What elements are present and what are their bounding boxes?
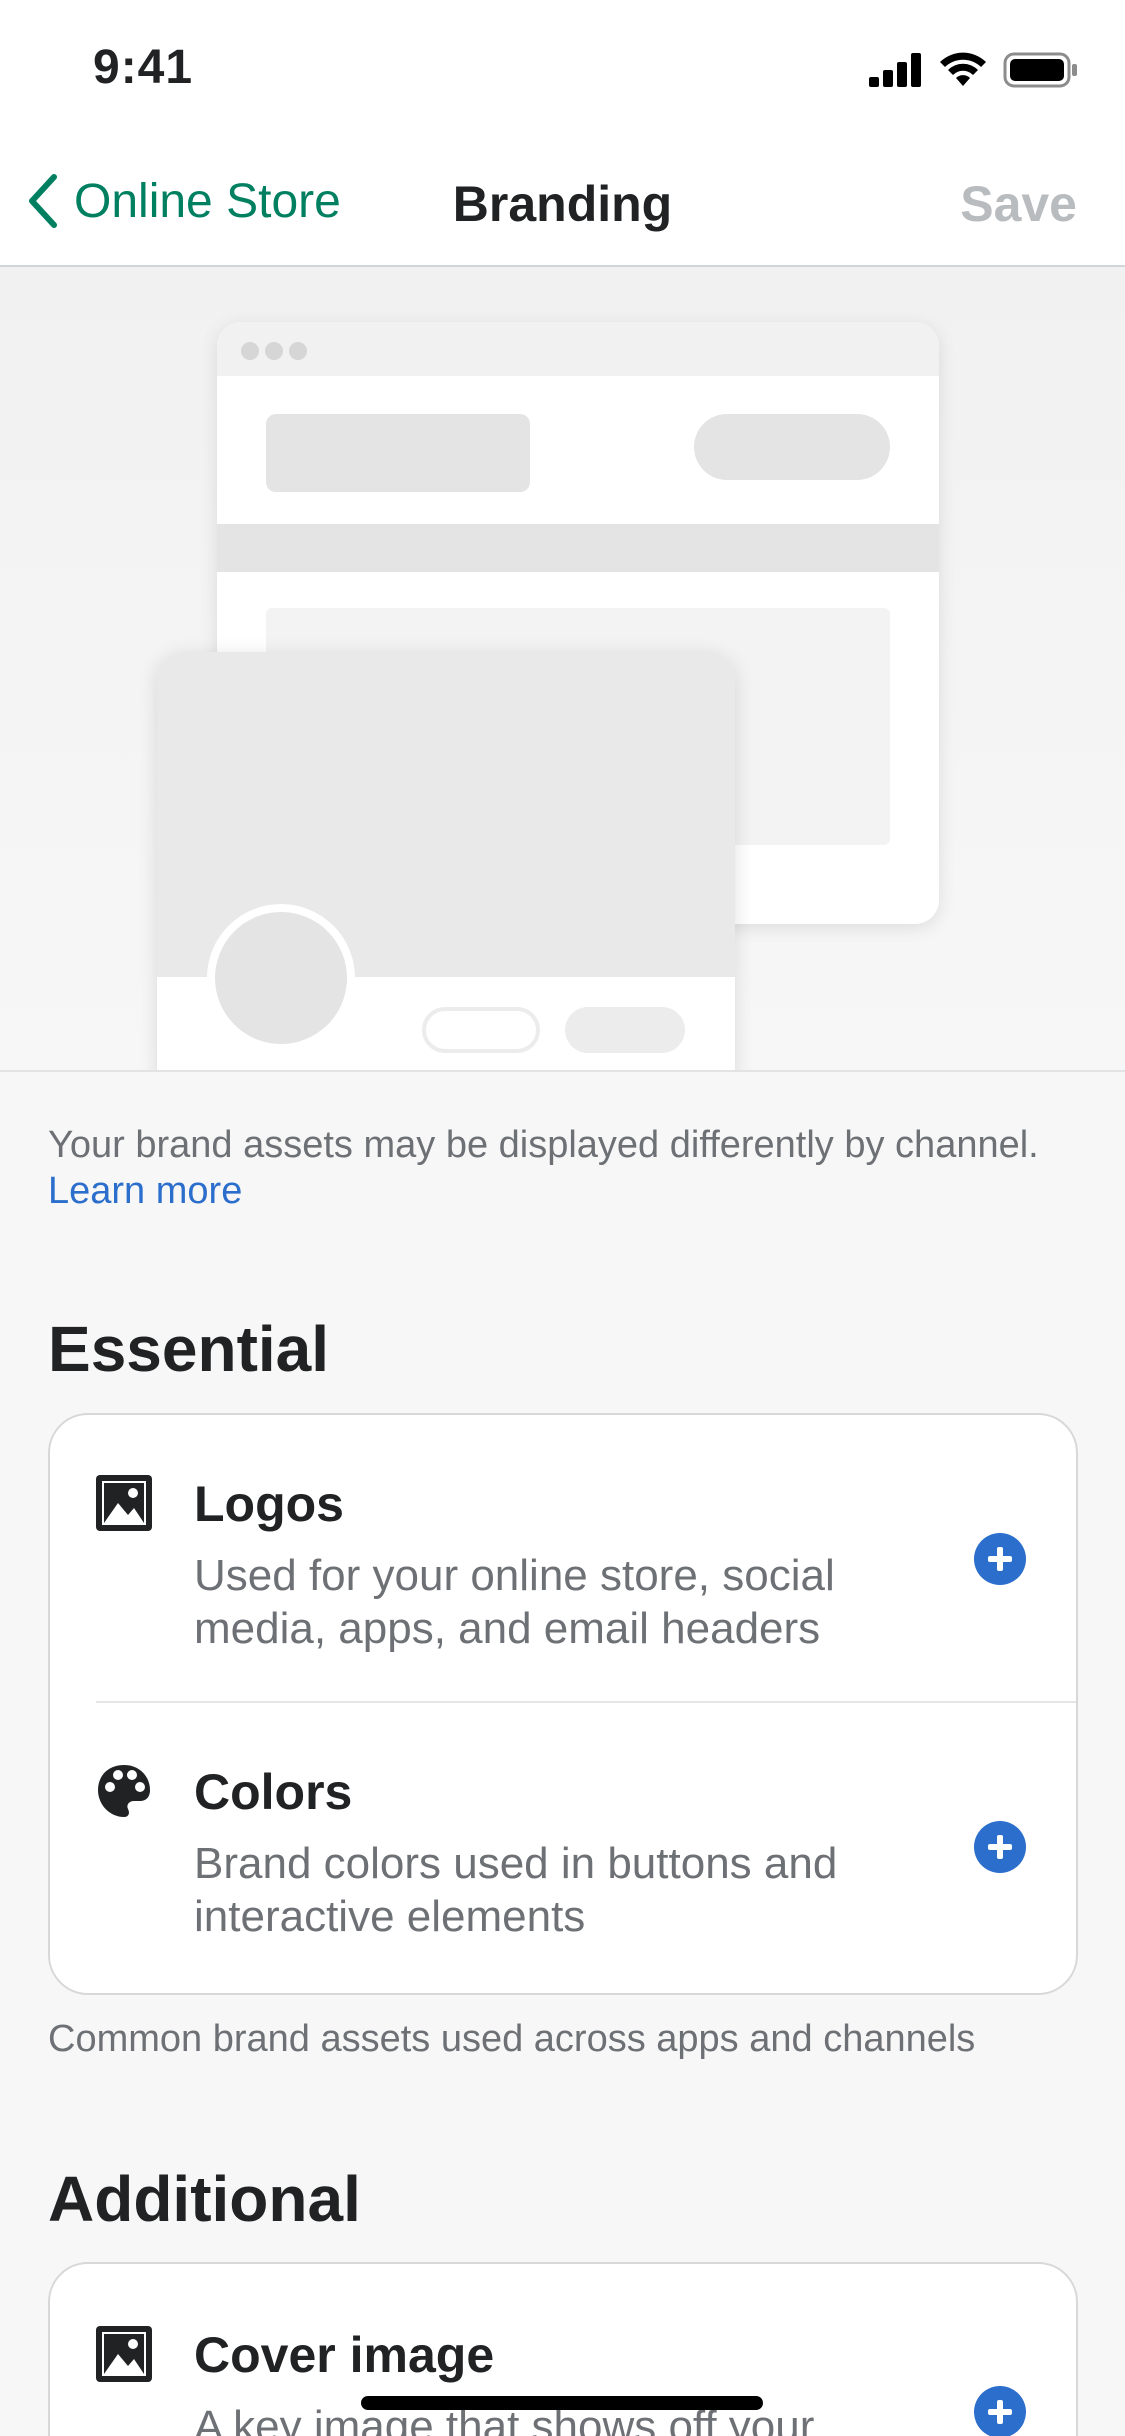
page-title: Branding bbox=[452, 176, 673, 232]
essential-footnote: Common brand assets used across apps and… bbox=[48, 2018, 976, 2060]
intro-description: Your brand assets may be displayed diffe… bbox=[48, 1124, 1039, 1166]
add-cover-image-button[interactable] bbox=[974, 2386, 1026, 2436]
list-item-cover-image[interactable]: Cover image A key image that shows off y… bbox=[50, 2264, 1076, 2436]
status-bar: 9:41 bbox=[0, 0, 1125, 135]
window-dot bbox=[241, 342, 259, 360]
palette-icon bbox=[98, 1765, 150, 1817]
cellular-signal-icon bbox=[869, 53, 921, 87]
profile-card-mockup bbox=[157, 652, 735, 1070]
window-dot bbox=[265, 342, 283, 360]
list-item-title: Cover image bbox=[194, 2327, 495, 2383]
window-dot bbox=[289, 342, 307, 360]
placeholder-pill bbox=[694, 414, 890, 480]
additional-heading: Additional bbox=[48, 2163, 361, 2235]
save-button[interactable]: Save bbox=[960, 175, 1077, 233]
battery-icon bbox=[1003, 52, 1077, 88]
wifi-icon bbox=[940, 52, 986, 86]
essential-card: Logos Used for your online store, social… bbox=[48, 1413, 1078, 1995]
image-icon bbox=[96, 1475, 152, 1531]
list-item-colors[interactable]: Colors Brand colors used in buttons and … bbox=[50, 1703, 1076, 1991]
list-item-logos[interactable]: Logos Used for your online store, social… bbox=[50, 1415, 1076, 1703]
list-item-description: Brand colors used in buttons and interac… bbox=[194, 1839, 838, 1941]
navigation-bar: Online Store Branding Save bbox=[0, 135, 1125, 267]
list-item-title: Logos bbox=[194, 1476, 344, 1532]
home-indicator[interactable] bbox=[361, 2396, 763, 2410]
intro-text: Your brand assets may be displayed diffe… bbox=[48, 1122, 1078, 1214]
essential-heading: Essential bbox=[48, 1313, 330, 1385]
list-item-title: Colors bbox=[194, 1764, 353, 1820]
image-icon bbox=[96, 2326, 152, 2382]
status-icons bbox=[869, 50, 1079, 90]
browser-toolbar bbox=[217, 322, 939, 376]
add-colors-button[interactable] bbox=[974, 1821, 1026, 1873]
add-logos-button[interactable] bbox=[974, 1533, 1026, 1585]
placeholder-band bbox=[217, 524, 939, 572]
avatar-placeholder bbox=[207, 904, 355, 1052]
placeholder-block bbox=[266, 414, 530, 492]
branding-illustration bbox=[0, 267, 1125, 1072]
list-item-description: Used for your online store, social media… bbox=[194, 1551, 835, 1653]
status-time: 9:41 bbox=[93, 41, 194, 94]
placeholder-pill bbox=[565, 1007, 685, 1053]
placeholder-pill bbox=[422, 1007, 540, 1053]
learn-more-link[interactable]: Learn more bbox=[48, 1170, 242, 1212]
